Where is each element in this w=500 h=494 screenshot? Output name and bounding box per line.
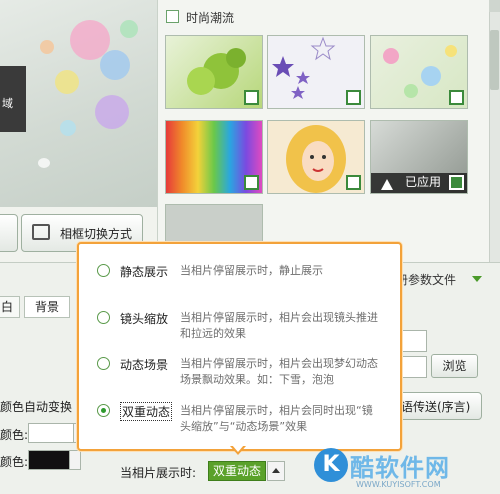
dwell-mode-select[interactable]: 双重动态: [208, 461, 266, 481]
chevron-down-icon[interactable]: [472, 276, 482, 282]
thumb-checkbox[interactable]: [244, 175, 259, 190]
thumb-cartoon-girl[interactable]: [267, 120, 365, 194]
thumb-applied[interactable]: 已应用: [370, 120, 468, 194]
scroll-up-button[interactable]: [489, 0, 500, 12]
applied-label: 已应用: [405, 175, 442, 189]
decor-bubble: [100, 50, 130, 80]
butterfly-icon: [38, 158, 50, 168]
thumb-stars[interactable]: [267, 35, 365, 109]
option-radio-zoom[interactable]: [97, 311, 110, 324]
option-name-zoom[interactable]: 镜头缩放: [120, 310, 168, 327]
preview-text: 域: [2, 97, 13, 110]
dwell-mode-toggle[interactable]: [267, 461, 285, 481]
watermark-text: 酷软件网: [350, 454, 450, 482]
decor-bubble: [55, 70, 79, 94]
warning-icon: [381, 179, 393, 190]
option-name-scene[interactable]: 动态场景: [120, 356, 168, 373]
category-title: 时尚潮流: [186, 11, 235, 25]
color-select-2[interactable]: [28, 450, 70, 470]
watermark-url: WWW.KUYISOFT.COM: [356, 480, 441, 489]
thumb-checkbox[interactable]: [449, 90, 464, 105]
color-label-2: 颜色:: [0, 455, 29, 469]
option-radio-scene[interactable]: [97, 357, 110, 370]
scroll-thumb[interactable]: [490, 30, 499, 90]
frame-switch-label: 相框切换方式: [60, 227, 133, 241]
decor-bubble: [60, 120, 76, 136]
thumb-checkbox-checked[interactable]: [449, 175, 464, 190]
color-label-1: 颜色:: [0, 428, 29, 442]
option-desc-static: 当相片停留展示时，静止展示: [180, 264, 323, 277]
thumb-rainbow[interactable]: [165, 120, 263, 194]
tab-background[interactable]: 背景: [24, 296, 70, 318]
decor-bubble: [40, 40, 54, 54]
album-param-file-label[interactable]: 册参数文件: [396, 271, 456, 288]
option-name-dual[interactable]: 双重动态: [120, 402, 173, 421]
option-desc-zoom: 当相片停留展示时，相片会出现镜头推进和拉远的效果: [180, 311, 378, 340]
thumb-checkbox[interactable]: [244, 90, 259, 105]
dwell-mode-popup: 静态展示 当相片停留展示时，静止展示 镜头缩放 当相片停留展示时，相片会出现镜头…: [77, 242, 402, 451]
decor-bubble: [95, 95, 129, 129]
option-desc-dual: 当相片停留展示时，相片会同时出现“镜头缩放”与“动态场景”效果: [180, 404, 373, 433]
frame-switch-icon: [32, 224, 50, 240]
popup-pointer-inner: [232, 445, 244, 452]
category-checkbox[interactable]: [166, 10, 179, 23]
thumb-leaves[interactable]: [165, 35, 263, 109]
color-select-1[interactable]: [28, 423, 74, 443]
thumb-bubbles[interactable]: [370, 35, 468, 109]
tab-white[interactable]: 白: [0, 296, 20, 318]
option-desc-scene: 当相片停留展示时，相片会出现梦幻动态场景飘动效果。如：下雪，泡泡: [180, 357, 378, 386]
chevron-down-icon[interactable]: [69, 450, 81, 470]
thumb-checkbox[interactable]: [346, 175, 361, 190]
decor-bubble: [120, 20, 138, 38]
browse-button[interactable]: 浏览: [431, 354, 478, 378]
prev-button[interactable]: [0, 214, 18, 252]
send-preface-button[interactable]: 语传送(序言): [398, 392, 482, 420]
color-auto-label: 颜色自动变换: [0, 400, 73, 414]
thumb-checkbox[interactable]: [346, 90, 361, 105]
watermark-logo: K: [314, 448, 348, 482]
option-name-static[interactable]: 静态展示: [120, 263, 168, 280]
option-radio-static[interactable]: [97, 264, 110, 277]
dwell-mode-label: 当相片展示时:: [120, 466, 197, 480]
option-radio-dual[interactable]: [97, 404, 110, 417]
